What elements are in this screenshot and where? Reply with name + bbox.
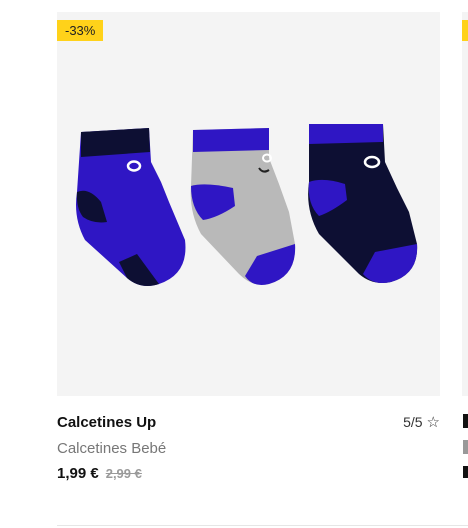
next-product-price-edge xyxy=(463,466,468,478)
socks-illustration xyxy=(76,124,418,286)
price-current: 1,99 € xyxy=(57,465,99,482)
next-product-badge-edge xyxy=(462,20,468,41)
product-rating: 5/5 ☆ xyxy=(403,414,440,430)
sock-3 xyxy=(308,124,418,283)
next-product-subtitle-edge xyxy=(463,440,468,454)
product-title[interactable]: Calcetines Up xyxy=(57,414,156,431)
next-product-image-edge[interactable] xyxy=(462,12,468,396)
rating-value: 5/5 xyxy=(403,414,423,430)
price-original: 2,99 € xyxy=(105,466,142,481)
price-row: 1,99 € 2,99 € xyxy=(57,465,142,482)
sock-1 xyxy=(76,128,186,286)
divider xyxy=(57,525,468,526)
product-image[interactable]: -33% xyxy=(57,12,440,396)
star-outline-icon: ☆ xyxy=(426,413,440,431)
product-card[interactable]: -33% Calcetines Up 5/5 ☆ Calcetines Bebé… xyxy=(57,12,440,482)
product-subtitle: Calcetines Bebé xyxy=(57,440,167,457)
discount-badge: -33% xyxy=(57,20,104,41)
sock-2 xyxy=(190,128,296,285)
next-product-title-edge xyxy=(463,414,468,428)
